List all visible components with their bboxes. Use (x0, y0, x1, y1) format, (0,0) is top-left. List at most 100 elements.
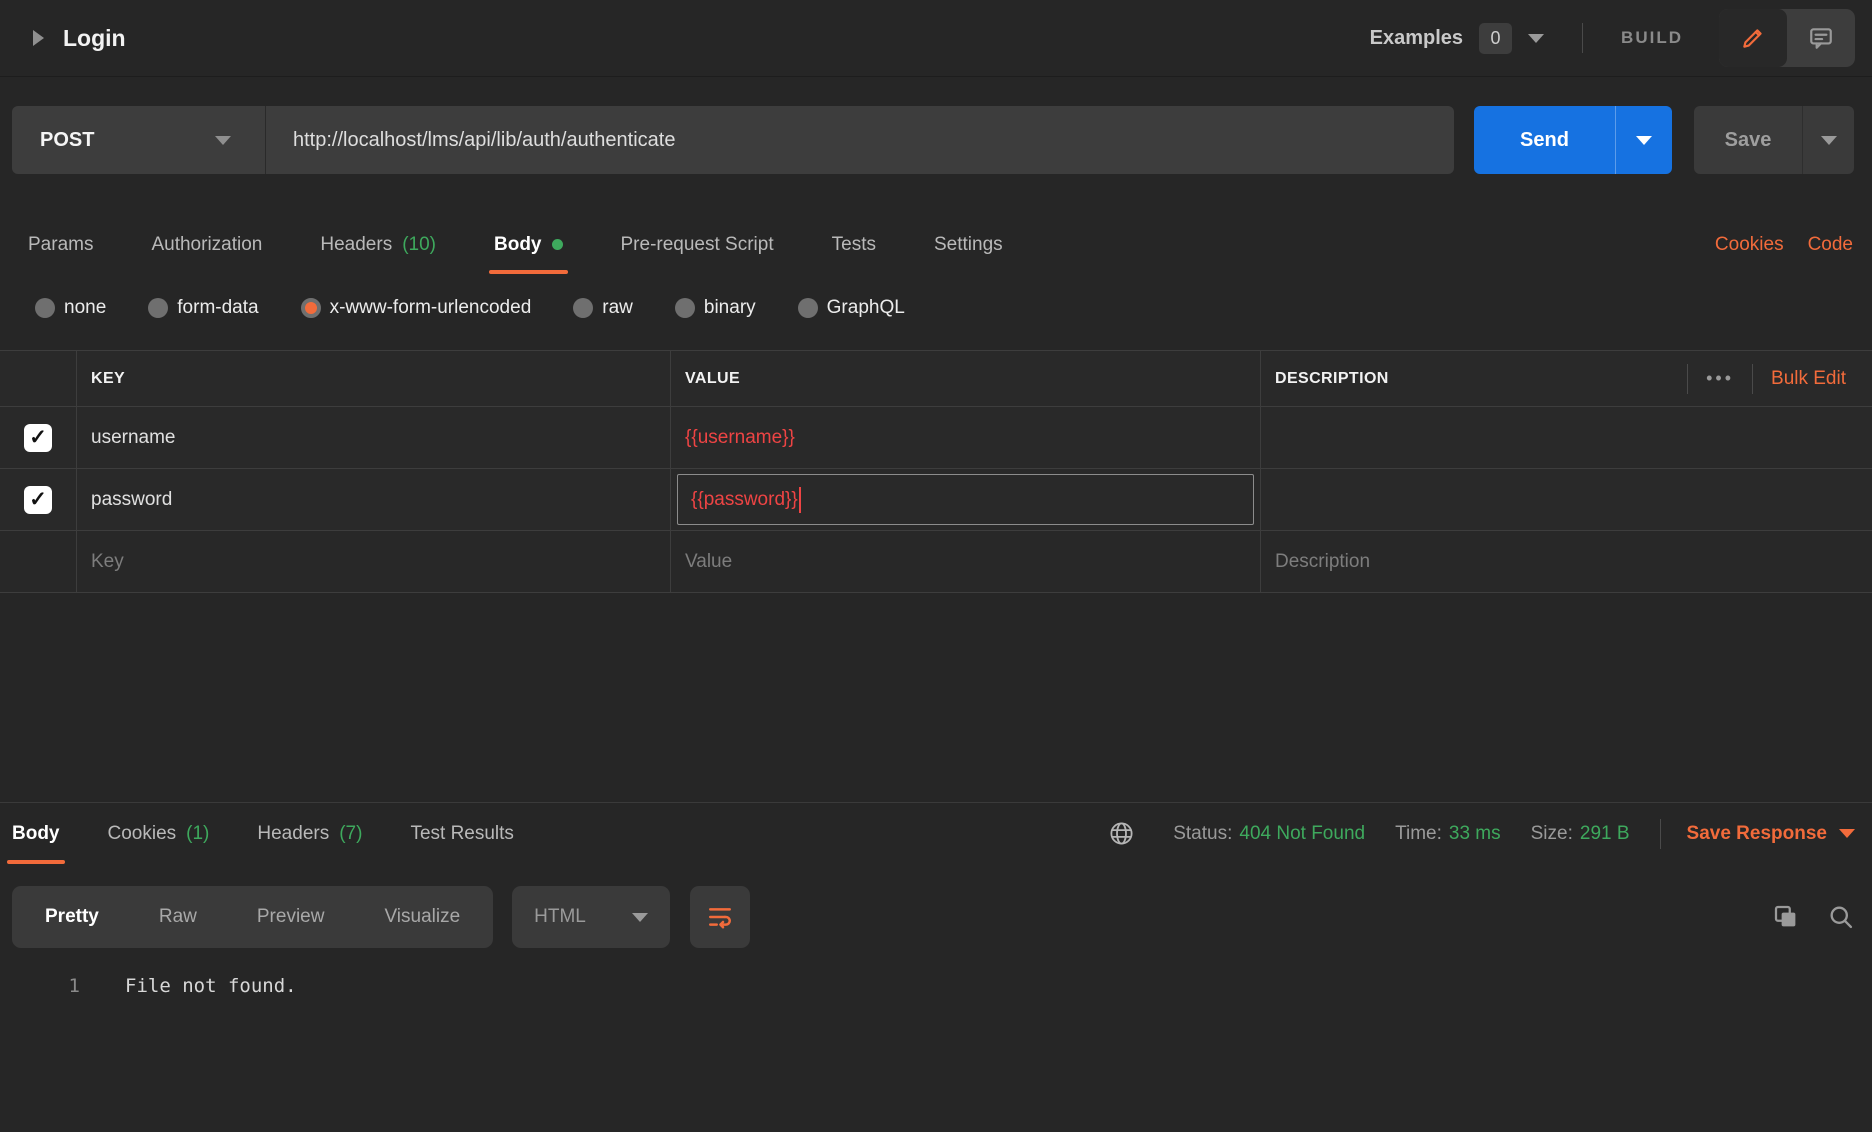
radio-icon (798, 298, 818, 318)
send-options-button[interactable] (1615, 106, 1672, 174)
response-tab-cookies[interactable]: Cookies (1) (108, 803, 210, 864)
row-checkbox-checked[interactable]: ✓ (24, 424, 52, 452)
size-label: Size: (1531, 823, 1573, 845)
build-label: BUILD (1621, 28, 1683, 48)
divider (1687, 364, 1688, 394)
response-tabs-bar: Body Cookies (1) Headers (7) Test Result… (0, 803, 1872, 864)
chevron-down-icon (215, 136, 231, 145)
mode-none[interactable]: none (35, 297, 106, 319)
mode-binary[interactable]: binary (675, 297, 756, 319)
divider (1660, 819, 1661, 849)
request-header-bar: Login Examples 0 BUILD (0, 0, 1872, 77)
mode-form-data[interactable]: form-data (148, 297, 258, 319)
tab-pre-request-script[interactable]: Pre-request Script (621, 215, 774, 274)
tabs-right-links: Cookies Code (1715, 234, 1853, 256)
description-placeholder[interactable]: Description (1260, 531, 1872, 592)
url-group: POST http://localhost/lms/api/lib/auth/a… (12, 106, 1454, 174)
value-input-focused[interactable]: {{password}} (677, 474, 1254, 525)
view-preview[interactable]: Preview (257, 906, 325, 928)
response-actions (1771, 902, 1855, 932)
response-tab-headers[interactable]: Headers (7) (257, 803, 362, 864)
view-visualize[interactable]: Visualize (384, 906, 460, 928)
cookies-link[interactable]: Cookies (1715, 234, 1784, 256)
chevron-down-icon (1528, 34, 1544, 43)
value-cell[interactable]: {{username}} (670, 407, 1260, 468)
tab-settings[interactable]: Settings (934, 215, 1003, 274)
view-mode-toggle (1719, 9, 1855, 67)
save-button[interactable]: Save (1694, 106, 1802, 174)
response-headers-count: (7) (339, 823, 362, 845)
chevron-down-icon (1821, 136, 1837, 145)
comments-button[interactable] (1787, 9, 1855, 67)
more-actions-button[interactable]: ••• (1706, 368, 1734, 389)
copy-button[interactable] (1771, 902, 1801, 932)
status-label: Status: (1173, 823, 1232, 845)
response-format-select[interactable]: HTML (512, 886, 670, 948)
send-button[interactable]: Send (1474, 106, 1615, 174)
description-cell[interactable] (1260, 407, 1872, 468)
view-pretty[interactable]: Pretty (45, 906, 99, 928)
table-row-empty: Key Value Description (0, 531, 1872, 593)
key-cell[interactable]: password (76, 469, 670, 530)
tab-params[interactable]: Params (28, 215, 93, 274)
response-tab-test-results[interactable]: Test Results (410, 803, 513, 864)
collection-caret-icon[interactable] (33, 30, 44, 46)
save-button-group: Save (1694, 106, 1854, 174)
save-options-button[interactable] (1802, 106, 1854, 174)
code-link[interactable]: Code (1808, 234, 1853, 256)
radio-icon (675, 298, 695, 318)
response-body-line: 1 File not found. (0, 975, 1872, 997)
description-column-header: DESCRIPTION ••• Bulk Edit (1260, 351, 1872, 406)
time-value: 33 ms (1449, 823, 1501, 845)
table-header-row: KEY VALUE DESCRIPTION ••• Bulk Edit (0, 350, 1872, 407)
divider (1752, 364, 1753, 394)
method-value: POST (40, 129, 94, 152)
tab-authorization[interactable]: Authorization (151, 215, 262, 274)
edit-mode-button[interactable] (1719, 9, 1787, 67)
value-placeholder[interactable]: Value (670, 531, 1260, 592)
key-column-header: KEY (76, 351, 670, 406)
chevron-down-icon (1839, 829, 1855, 838)
urlencoded-params-table: KEY VALUE DESCRIPTION ••• Bulk Edit ✓ us… (0, 350, 1872, 593)
save-response-button[interactable]: Save Response (1687, 823, 1855, 845)
description-cell[interactable] (1260, 469, 1872, 530)
radio-icon (148, 298, 168, 318)
mode-x-www-form-urlencoded[interactable]: x-www-form-urlencoded (301, 297, 532, 319)
headers-count: (10) (402, 234, 436, 256)
size-value: 291 B (1580, 823, 1630, 845)
tab-body[interactable]: Body (494, 215, 563, 274)
radio-icon (35, 298, 55, 318)
chevron-down-icon (632, 913, 648, 922)
chevron-down-icon (1636, 136, 1652, 145)
response-meta: Status: 404 Not Found Time: 33 ms Size: … (1108, 819, 1855, 849)
key-cell[interactable]: username (76, 407, 670, 468)
tab-tests[interactable]: Tests (832, 215, 876, 274)
response-tab-body[interactable]: Body (12, 803, 60, 864)
search-button[interactable] (1827, 903, 1855, 931)
network-globe-icon[interactable] (1108, 820, 1135, 847)
response-toolbar: Pretty Raw Preview Visualize HTML (0, 886, 1872, 948)
cookies-count: (1) (186, 823, 209, 845)
view-raw[interactable]: Raw (159, 906, 197, 928)
postman-request-window: Login Examples 0 BUILD (0, 0, 1872, 1132)
line-number: 1 (0, 975, 80, 997)
mode-raw[interactable]: raw (573, 297, 633, 319)
key-placeholder[interactable]: Key (76, 531, 670, 592)
examples-dropdown[interactable]: Examples 0 (1370, 23, 1544, 54)
request-url-bar: POST http://localhost/lms/api/lib/auth/a… (12, 106, 1854, 174)
examples-label: Examples (1370, 27, 1463, 50)
wrap-text-button[interactable] (690, 886, 750, 948)
bulk-edit-link[interactable]: Bulk Edit (1771, 368, 1846, 390)
radio-icon (573, 298, 593, 318)
status-value: 404 Not Found (1239, 823, 1365, 845)
search-icon (1827, 903, 1855, 931)
method-select[interactable]: POST (12, 106, 265, 174)
table-row: ✓ password {{password}} (0, 469, 1872, 531)
tab-headers[interactable]: Headers (10) (320, 215, 436, 274)
mode-graphql[interactable]: GraphQL (798, 297, 905, 319)
url-input[interactable]: http://localhost/lms/api/lib/auth/authen… (266, 129, 675, 152)
copy-icon (1771, 902, 1801, 932)
row-checkbox-checked[interactable]: ✓ (24, 486, 52, 514)
radio-selected-icon (301, 298, 321, 318)
pencil-icon (1740, 25, 1766, 51)
